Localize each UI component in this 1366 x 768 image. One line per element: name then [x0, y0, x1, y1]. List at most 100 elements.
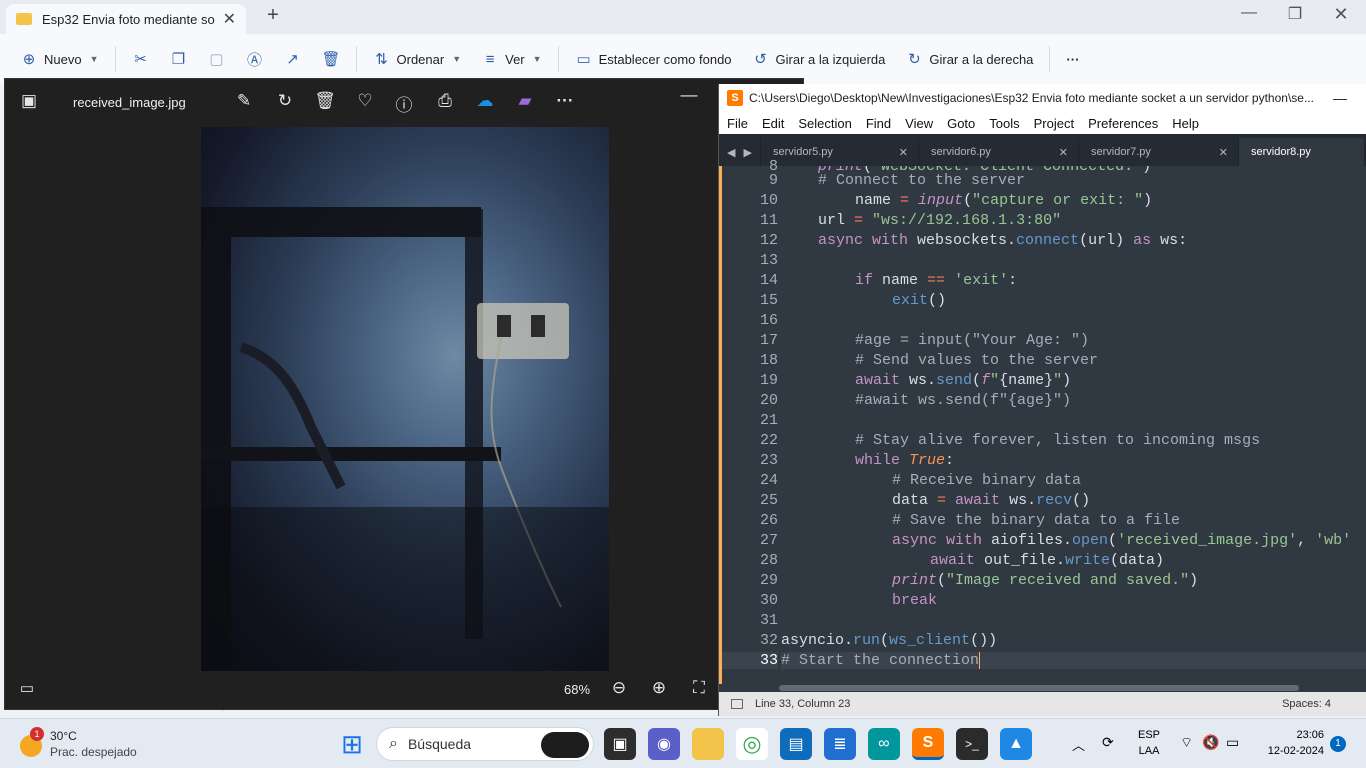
rotate-right-label: Girar a la derecha [929, 51, 1034, 67]
chevron-down-icon: ▼ [452, 54, 462, 64]
tab-servidor7[interactable]: servidor7.py ✕ [1079, 138, 1239, 166]
rotate-right-button[interactable]: ↻ Girar a la derecha [895, 42, 1043, 76]
sublime-minimize-button[interactable]: — [1333, 90, 1347, 106]
panel-toggle-icon[interactable] [731, 699, 743, 709]
print-icon[interactable]: ⎙ [433, 91, 457, 111]
clock[interactable]: 23:06 12-02-2024 [1256, 727, 1324, 759]
explorer-command-bar: ⊕ Nuevo ▼ ✂ ❐ ▢ Ⓐ ↗ 🗑 ⇅ Ordenar ▼ ≡ Ver … [0, 34, 1366, 84]
line-number: 19 [759, 372, 778, 389]
code-editor[interactable]: print('WebSocket: Client Connected.') # … [781, 166, 1366, 684]
menu-find[interactable]: Find [866, 116, 891, 131]
line-number: 20 [759, 392, 778, 409]
line-number: 25 [759, 492, 778, 509]
wifi-icon[interactable]: ⌔ [1180, 734, 1193, 752]
copy-button[interactable]: ❐ [160, 42, 198, 76]
clipchamp-icon[interactable]: ▰ [513, 91, 537, 111]
onedrive-icon[interactable]: ☁ [473, 91, 497, 111]
photos-minimize-button[interactable]: — [677, 85, 701, 105]
close-icon[interactable]: ✕ [1219, 146, 1228, 159]
menu-goto[interactable]: Goto [947, 116, 975, 131]
network-status-icon[interactable]: ⟳ [1102, 734, 1114, 751]
sublime-status-bar: Line 33, Column 23 Spaces: 4 [719, 692, 1366, 716]
edit-image-icon[interactable]: ✎ [232, 91, 256, 111]
share-button[interactable]: ↗ [274, 42, 312, 76]
chevron-up-icon[interactable]: ︿ [1072, 735, 1085, 754]
code-line: break [892, 592, 938, 609]
delete-button[interactable]: 🗑 [312, 42, 350, 76]
filmstrip-icon[interactable]: ▭ [15, 679, 39, 697]
search-placeholder: Búsqueda [407, 736, 472, 752]
zoom-out-icon[interactable]: ⊖ [607, 678, 631, 698]
search-box[interactable]: ⌕ Búsqueda [376, 727, 594, 761]
trash-icon[interactable]: 🗑 [313, 91, 337, 111]
menu-file[interactable]: File [727, 116, 748, 131]
scrollbar-thumb[interactable] [779, 685, 1299, 691]
new-button[interactable]: ⊕ Nuevo ▼ [0, 42, 109, 76]
menu-preferences[interactable]: Preferences [1088, 116, 1158, 131]
teams-chat-icon[interactable]: ◉ [648, 728, 680, 760]
arduino-icon[interactable]: ∞ [868, 728, 900, 760]
info-icon[interactable]: ⓘ [392, 91, 416, 116]
close-window-button[interactable]: ✕ [1318, 4, 1364, 28]
close-icon[interactable]: ✕ [1059, 146, 1068, 159]
divider [355, 46, 357, 72]
menu-edit[interactable]: Edit [762, 116, 784, 131]
terminal-icon[interactable]: >_ [956, 728, 988, 760]
sort-button[interactable]: ⇅ Ordenar ▼ [363, 42, 472, 76]
more-icon[interactable]: ··· [553, 91, 577, 111]
zoom-in-icon[interactable]: ⊕ [647, 678, 671, 698]
volume-muted-icon[interactable]: 🔇 [1202, 734, 1219, 751]
gallery-icon[interactable]: ▣ [17, 91, 41, 111]
code-line: #age = input("Your Age: ") [855, 332, 1090, 349]
menu-help[interactable]: Help [1172, 116, 1199, 131]
close-tab-icon[interactable]: ✕ [223, 9, 236, 29]
heart-icon[interactable]: ♡ [353, 91, 377, 111]
task-view-icon[interactable]: ▣ [604, 728, 636, 760]
fit-to-window-icon[interactable]: ⛶ [687, 678, 711, 698]
plus-circle-icon: ⊕ [22, 51, 36, 68]
language-indicator[interactable]: ESP LAA [1138, 727, 1160, 759]
store-icon[interactable]: ▤ [780, 728, 812, 760]
menu-tools[interactable]: Tools [989, 116, 1019, 131]
notepad-icon[interactable]: ≣ [824, 728, 856, 760]
notification-badge[interactable]: 1 [1330, 736, 1346, 752]
rotate-left-button[interactable]: ↺ Girar a la izquierda [742, 42, 896, 76]
photo-scene [201, 207, 609, 671]
search-icon: ⌕ [389, 735, 398, 752]
explorer-tab-bar: Esp32 Envia foto mediante so ✕ + — ❐ ✕ [0, 0, 1366, 34]
more-options-button[interactable]: ··· [1056, 42, 1089, 76]
view-button[interactable]: ≡ Ver ▼ [471, 42, 551, 76]
menu-project[interactable]: Project [1034, 116, 1074, 131]
line-number: 12 [759, 232, 778, 249]
set-background-button[interactable]: ▭ Establecer como fondo [565, 42, 742, 76]
close-icon[interactable]: ✕ [899, 146, 908, 159]
menu-selection[interactable]: Selection [798, 116, 851, 131]
chevron-left-icon[interactable]: ◀ [727, 146, 735, 159]
photos-app-icon[interactable]: ▲ [1000, 728, 1032, 760]
maximize-button[interactable]: ❐ [1272, 4, 1318, 28]
tab-servidor5[interactable]: servidor5.py ✕ [761, 138, 919, 166]
horizontal-scrollbar[interactable] [719, 684, 1366, 692]
line-number-current: 33 [722, 652, 778, 669]
sublime-text-icon[interactable]: S [912, 728, 944, 760]
file-explorer-icon[interactable] [692, 728, 724, 760]
start-button[interactable]: ⊞ [336, 728, 368, 760]
photos-window: ▣ received_image.jpg ✎ ↻ 🗑 ♡ ⓘ ⎙ ☁ ▰ ···… [4, 78, 804, 710]
tab-servidor6[interactable]: servidor6.py ✕ [919, 138, 1079, 166]
rotate-icon[interactable]: ↻ [273, 91, 297, 111]
cut-button[interactable]: ✂ [122, 42, 160, 76]
chrome-icon[interactable]: ◎ [736, 728, 768, 760]
minimize-button[interactable]: — [1226, 4, 1272, 28]
rotate-right-icon: ↻ [908, 51, 921, 68]
menu-view[interactable]: View [905, 116, 933, 131]
paste-button[interactable]: ▢ [198, 42, 236, 76]
tab-servidor8[interactable]: servidor8.py [1239, 138, 1365, 166]
view-label: Ver [505, 51, 525, 67]
new-tab-button[interactable]: + [262, 4, 284, 30]
battery-icon[interactable]: ▭ [1226, 734, 1239, 751]
indentation-status[interactable]: Spaces: 4 [1282, 698, 1331, 710]
chevron-right-icon[interactable]: ▶ [744, 146, 752, 159]
explorer-tab[interactable]: Esp32 Envia foto mediante so ✕ [6, 4, 246, 34]
rename-button[interactable]: Ⓐ [236, 42, 274, 76]
line-number-gutter: 8 9 10 11 12 13 14 15 16 17 18 19 20 21 … [719, 158, 781, 684]
